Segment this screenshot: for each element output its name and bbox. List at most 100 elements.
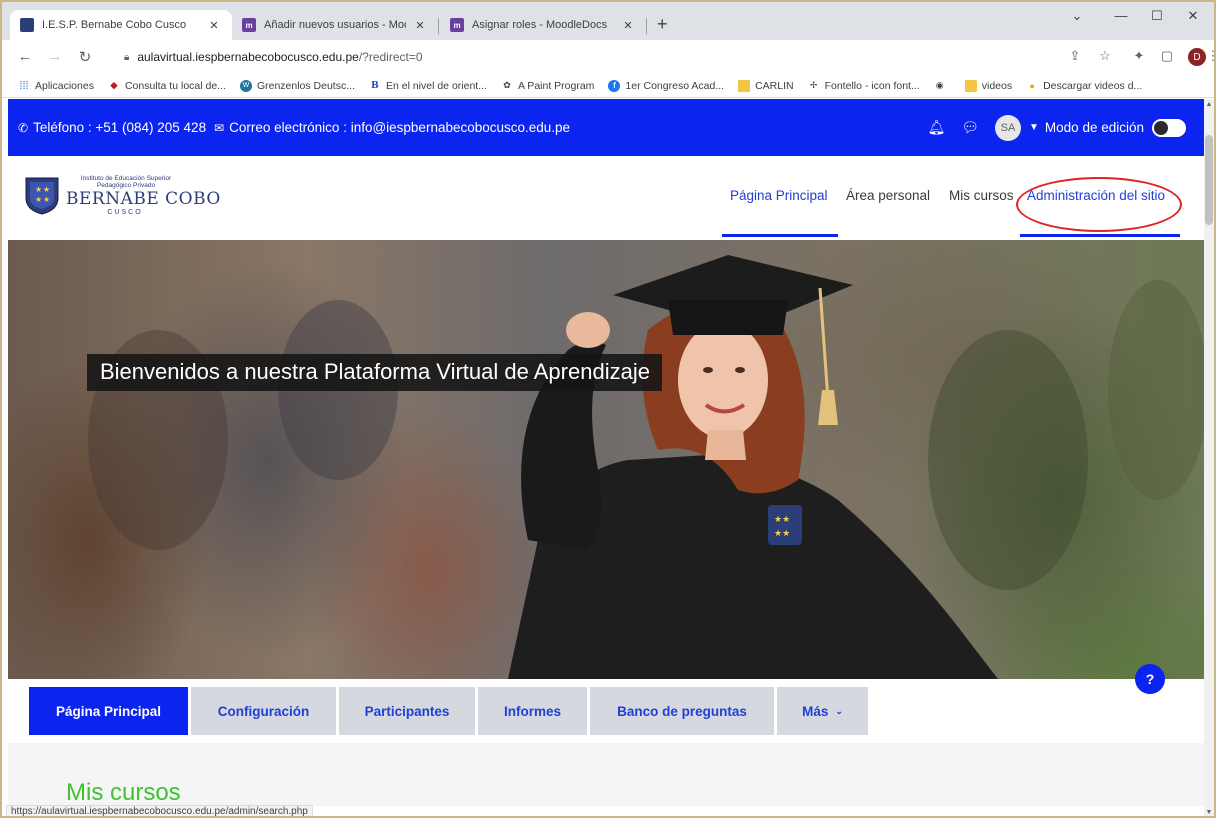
crest-icon: ★ ★ ★ ★: [22, 174, 62, 216]
url-path: /?redirect=0: [358, 50, 423, 64]
url-host: aulavirtual.iespbernabecobocusco.edu.pe: [137, 50, 359, 64]
bookmark-item[interactable]: videos: [964, 79, 1013, 92]
tab-more-label: Más: [802, 703, 829, 719]
bookmark-label: videos: [981, 79, 1013, 92]
user-controls: 🔔︎ 💬︎ SA ▼ Modo de edición: [927, 99, 1186, 156]
browser-toolbar: ← → ↻ 🔒︎ aulavirtual.iespbernabecobocusc…: [2, 40, 1216, 74]
phone-icon: ✆: [18, 120, 29, 135]
forward-icon[interactable]: →: [46, 48, 64, 65]
bookmark-item[interactable]: ✿ A Paint Program: [501, 80, 594, 92]
main-content: Mis cursos: [8, 743, 1204, 806]
close-icon[interactable]: ✕: [206, 19, 222, 32]
close-icon[interactable]: ✕: [412, 19, 428, 32]
facebook-icon: f: [608, 79, 621, 92]
tab-home[interactable]: Página Principal: [29, 687, 188, 735]
site-logo[interactable]: ★ ★ ★ ★ Instituto de Educación Superior …: [22, 174, 221, 216]
bookmark-label: Consulta tu local de...: [124, 79, 226, 92]
new-tab-icon[interactable]: +: [657, 14, 668, 35]
nav-dashboard[interactable]: Área personal: [846, 188, 930, 203]
scroll-up-icon[interactable]: ▲: [1204, 101, 1214, 108]
share-icon[interactable]: ⇪: [1066, 48, 1084, 64]
bookmark-label: Aplicaciones: [35, 79, 94, 92]
logo-line1: Instituto de Educación Superior: [80, 174, 172, 182]
graduate-illustration: ★★ ★★: [88, 255, 1204, 679]
tab-reports[interactable]: Informes: [478, 687, 587, 735]
bookmark-label: Grenzenlos Deutsc...: [256, 79, 355, 92]
page-viewport: ✆ Teléfono : +51 (084) 205 428 ✉ Correo …: [8, 99, 1204, 806]
moodle-icon: m: [242, 18, 256, 32]
svg-text:★: ★: [43, 185, 50, 194]
apps-grid-icon: ⁞⁞⁞: [19, 79, 29, 92]
side-panel-icon[interactable]: ▢: [1158, 48, 1176, 64]
moodle-icon: m: [450, 18, 464, 32]
onpe-icon: ◆: [110, 80, 118, 90]
paint-icon: ✿: [503, 80, 511, 90]
bookmark-label: A Paint Program: [517, 79, 595, 92]
nav-home[interactable]: Página Principal: [730, 188, 828, 203]
annotation-highlight-ellipse: [1016, 177, 1182, 232]
edit-mode-label: Modo de edición: [1044, 120, 1144, 135]
tab-divider: [646, 18, 647, 34]
nav-my-courses[interactable]: Mis cursos: [949, 188, 1014, 203]
address-bar[interactable]: 🔒︎ aulavirtual.iespbernabecobocusco.edu.…: [114, 45, 1174, 69]
bookmark-item[interactable]: ⁞⁞⁞ Aplicaciones: [18, 80, 94, 92]
lock-icon: 🔒︎: [124, 51, 130, 63]
tab-title: I.E.S.P. Bernabe Cobo Cusco: [42, 19, 187, 31]
bookmark-item[interactable]: ✢ Fontello - icon font...: [808, 80, 920, 92]
help-button[interactable]: ?: [1135, 664, 1165, 694]
edit-mode-toggle[interactable]: [1152, 118, 1186, 137]
section-heading: Mis cursos: [66, 779, 181, 806]
extensions-icon[interactable]: ✦: [1130, 48, 1148, 64]
tab-participants[interactable]: Participantes: [339, 687, 475, 735]
bookmark-item[interactable]: ◆ Consulta tu local de...: [108, 79, 226, 92]
reload-icon[interactable]: ↻: [76, 48, 94, 66]
download-icon: ●: [1029, 80, 1035, 91]
scroll-down-icon[interactable]: ▼: [1204, 809, 1214, 816]
bookmark-item[interactable]: f 1er Congreso Acad...: [608, 79, 725, 92]
tab-question-bank[interactable]: Banco de preguntas: [590, 687, 774, 735]
toggle-knob: [1154, 120, 1168, 135]
hero-banner: ★★ ★★ Bienvenidos a nuestra Plataforma V…: [8, 240, 1204, 679]
logo-city: CUSCO: [107, 208, 143, 216]
scrollbar-thumb[interactable]: [1205, 135, 1213, 225]
bookmark-item[interactable]: ◉: [934, 80, 951, 92]
bookmark-item[interactable]: W Grenzenlos Deutsc...: [239, 79, 355, 92]
back-icon[interactable]: ←: [16, 48, 34, 65]
user-avatar[interactable]: SA: [995, 114, 1022, 141]
bookmark-item[interactable]: B En el nivel de orient...: [369, 80, 487, 92]
chevron-down-icon[interactable]: ▼: [1029, 122, 1039, 133]
tab-more[interactable]: Más ⌄: [777, 687, 868, 735]
b-icon: B: [371, 80, 379, 91]
tab-settings[interactable]: Configuración: [191, 687, 336, 735]
bell-icon[interactable]: 🔔︎: [927, 119, 945, 136]
bookmark-item[interactable]: CARLIN: [738, 79, 794, 92]
bookmark-item[interactable]: ● Descargar videos d...: [1026, 80, 1142, 92]
browser-tab-active[interactable]: I.E.S.P. Bernabe Cobo Cusco ✕: [10, 10, 232, 40]
bookmark-label: En el nivel de orient...: [385, 79, 487, 92]
maximize-icon[interactable]: ☐: [1142, 8, 1172, 24]
logo-line2: Pedagógico Privado: [96, 181, 156, 189]
crest-icon: [20, 18, 34, 32]
logo-name: BERNABE COBO: [66, 188, 221, 209]
window-close-icon[interactable]: ✕: [1178, 8, 1208, 24]
wordpress-icon: W: [239, 79, 252, 92]
tab-title: Asignar roles - MoodleDocs: [472, 19, 608, 31]
browser-tab[interactable]: m Asignar roles - MoodleDocs ✕: [440, 10, 646, 40]
browser-tab[interactable]: m Añadir nuevos usuarios - Moodle ✕: [232, 10, 438, 40]
page-scrollbar[interactable]: ▲ ▼: [1204, 99, 1214, 818]
hero-title: Bienvenidos a nuestra Plataforma Virtual…: [87, 354, 662, 391]
tab-search-icon[interactable]: ⌄: [1062, 8, 1092, 24]
minimize-icon[interactable]: —: [1106, 8, 1136, 23]
email-contact: ✉ Correo electrónico : info@iespbernabec…: [214, 120, 570, 135]
globe-icon: ◉: [935, 80, 944, 90]
secondary-navigation: Página Principal Configuración Participa…: [8, 679, 1204, 743]
close-icon[interactable]: ✕: [620, 19, 636, 32]
bookmark-star-icon[interactable]: ☆: [1096, 48, 1114, 64]
folder-icon: [964, 79, 977, 92]
bookmark-label: 1er Congreso Acad...: [625, 79, 725, 92]
svg-text:★: ★: [35, 195, 42, 204]
chat-bubble-icon[interactable]: 💬︎: [961, 119, 979, 136]
menu-kebab-icon[interactable]: ⋮: [1204, 48, 1216, 64]
svg-text:★★: ★★: [774, 529, 790, 539]
bookmark-label: CARLIN: [755, 79, 794, 92]
